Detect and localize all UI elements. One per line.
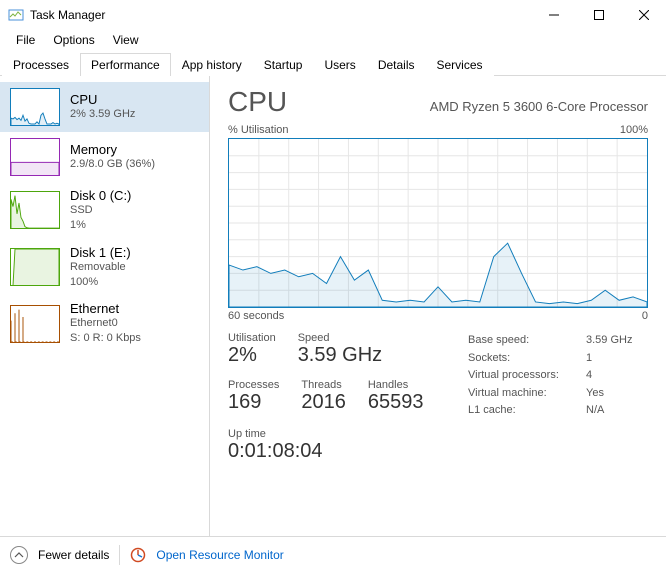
sidebar-cpu-sub: 2% 3.59 GHz <box>70 107 135 122</box>
rstat-l1-v: N/A <box>586 402 604 420</box>
sidebar-memory-label: Memory <box>70 142 155 157</box>
stat-threads: 2016 <box>301 391 346 414</box>
rstat-vproc-k: Virtual processors: <box>468 367 578 385</box>
maximize-button[interactable] <box>576 0 621 30</box>
sidebar-item-disk1[interactable]: Disk 1 (E:) Removable 100% <box>0 239 209 296</box>
sidebar-ethernet-label: Ethernet <box>70 301 141 316</box>
tab-services[interactable]: Services <box>426 53 494 76</box>
sidebar-item-ethernet[interactable]: Ethernet Ethernet0 S: 0 R: 0 Kbps <box>0 295 209 352</box>
sidebar-disk0-label: Disk 0 (C:) <box>70 188 131 203</box>
sidebar-ethernet-sub: Ethernet0 S: 0 R: 0 Kbps <box>70 316 141 346</box>
disk1-mini-chart <box>10 248 60 286</box>
menu-options[interactable]: Options <box>45 31 102 49</box>
chart-label-topright: 100% <box>620 124 648 136</box>
tab-details[interactable]: Details <box>367 53 426 76</box>
sidebar-item-cpu[interactable]: CPU 2% 3.59 GHz <box>0 82 209 132</box>
tab-app-history[interactable]: App history <box>171 53 253 76</box>
footer: Fewer details Open Resource Monitor <box>0 536 666 572</box>
menu-view[interactable]: View <box>105 31 147 49</box>
stat-speed: 3.59 GHz <box>298 344 382 367</box>
rstat-base-speed-v: 3.59 GHz <box>586 332 632 350</box>
right-stats: Base speed: 3.59 GHz Sockets: 1 Virtual pr… <box>468 332 632 475</box>
ethernet-mini-chart <box>10 305 60 343</box>
window-title: Task Manager <box>30 8 105 22</box>
rstat-sockets-v: 1 <box>586 350 592 368</box>
stat-threads-label: Threads <box>301 379 346 391</box>
detail-subtitle: AMD Ryzen 5 3600 6-Core Processor <box>430 99 648 114</box>
app-icon <box>8 7 24 23</box>
tab-bar: Processes Performance App history Startu… <box>0 52 666 76</box>
menu-bar: File Options View <box>0 30 666 50</box>
memory-mini-chart <box>10 138 60 176</box>
rstat-vm-k: Virtual machine: <box>468 385 578 403</box>
chart-label-bottomleft: 60 seconds <box>228 310 284 322</box>
cpu-mini-chart <box>10 88 60 126</box>
main-area: CPU 2% 3.59 GHz Memory 2.9/8.0 GB (36%) … <box>0 76 666 536</box>
stat-utilisation: 2% <box>228 344 276 367</box>
sidebar: CPU 2% 3.59 GHz Memory 2.9/8.0 GB (36%) … <box>0 76 210 536</box>
sidebar-memory-sub: 2.9/8.0 GB (36%) <box>70 157 155 172</box>
sidebar-disk1-label: Disk 1 (E:) <box>70 245 131 260</box>
disk0-mini-chart <box>10 191 60 229</box>
minimize-button[interactable] <box>531 0 576 30</box>
detail-title: CPU <box>228 86 287 118</box>
stat-uptime: 0:01:08:04 <box>228 440 323 463</box>
sidebar-item-memory[interactable]: Memory 2.9/8.0 GB (36%) <box>0 132 209 182</box>
sidebar-disk0-sub: SSD 1% <box>70 203 131 233</box>
cpu-chart[interactable] <box>228 138 648 308</box>
sidebar-cpu-label: CPU <box>70 92 135 107</box>
close-button[interactable] <box>621 0 666 30</box>
open-resource-monitor-link[interactable]: Open Resource Monitor <box>156 548 283 562</box>
rstat-sockets-k: Sockets: <box>468 350 578 368</box>
title-bar: Task Manager <box>0 0 666 30</box>
detail-pane: CPU AMD Ryzen 5 3600 6-Core Processor % … <box>210 76 666 536</box>
divider <box>119 545 120 565</box>
fewer-details-link[interactable]: Fewer details <box>38 548 109 562</box>
stat-uptime-label: Up time <box>228 428 323 440</box>
rstat-base-speed-k: Base speed: <box>468 332 578 350</box>
sidebar-disk1-sub: Removable 100% <box>70 260 131 290</box>
rstat-l1-k: L1 cache: <box>468 402 578 420</box>
chart-label-bottomright: 0 <box>642 310 648 322</box>
stat-processes: 169 <box>228 391 279 414</box>
chart-label-topleft: % Utilisation <box>228 124 289 136</box>
tab-performance[interactable]: Performance <box>80 53 171 76</box>
stat-handles: 65593 <box>368 391 424 414</box>
tab-users[interactable]: Users <box>313 53 366 76</box>
stat-speed-label: Speed <box>298 332 382 344</box>
chevron-up-icon[interactable] <box>10 546 28 564</box>
tab-processes[interactable]: Processes <box>2 53 80 76</box>
stat-handles-label: Handles <box>368 379 424 391</box>
rstat-vproc-v: 4 <box>586 367 592 385</box>
rstat-vm-v: Yes <box>586 385 604 403</box>
sidebar-item-disk0[interactable]: Disk 0 (C:) SSD 1% <box>0 182 209 239</box>
menu-file[interactable]: File <box>8 31 43 49</box>
stat-processes-label: Processes <box>228 379 279 391</box>
tab-startup[interactable]: Startup <box>253 53 314 76</box>
resource-monitor-icon <box>130 547 146 563</box>
stat-utilisation-label: Utilisation <box>228 332 276 344</box>
